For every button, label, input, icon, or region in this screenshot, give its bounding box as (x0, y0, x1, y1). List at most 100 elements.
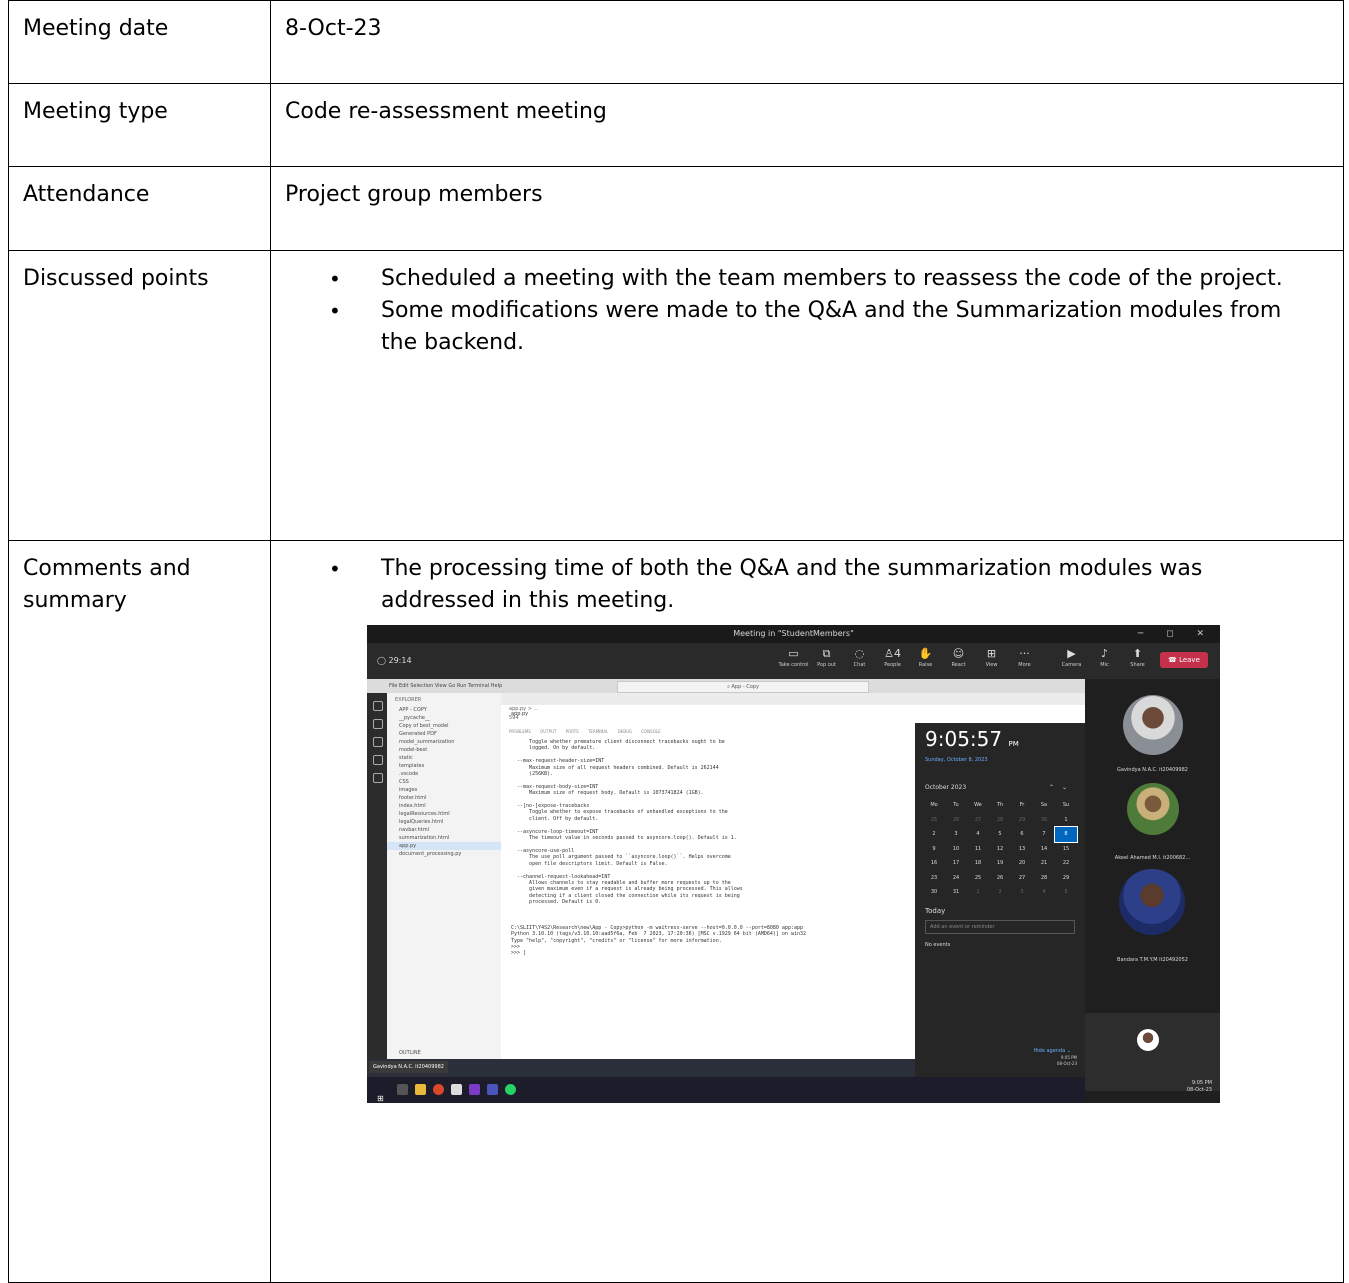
mic-icon: ♪ (1100, 647, 1109, 660)
window-controls: ─ ◻ ✕ (1137, 629, 1214, 639)
meeting-type-label: Meeting type (8, 83, 271, 167)
no-events: No events (925, 941, 951, 948)
calendar-sys-clock: 9:05 PM 08-Oct-23 (1056, 1055, 1077, 1066)
explorer-item: index.html (399, 803, 426, 809)
vscode-menubar: File Edit Selection View Go Run Terminal… (367, 679, 1085, 693)
row-meeting-date: Meeting date 8-Oct-23 (8, 0, 1344, 84)
react-button: ☺ React (942, 647, 975, 669)
vs-icon (469, 1084, 480, 1095)
participant-name: Gavindya N.A.C. it20409982 (1117, 767, 1188, 773)
files-icon (373, 701, 383, 711)
explorer-item: app.py (387, 842, 501, 850)
participant-avatar (1119, 869, 1185, 935)
discussed-point: Scheduled a meeting with the team member… (329, 263, 1343, 295)
start-icon: ⊞ (377, 1094, 384, 1103)
explorer-item: templates (399, 763, 425, 769)
hand-icon: ✋ (918, 647, 933, 660)
grid-icon: ⊞ (986, 647, 997, 660)
windows-taskbar: ⊞ (367, 1077, 1085, 1103)
row-discussed-points: Discussed points Scheduled a meeting wit… (8, 250, 1344, 541)
discussed-points-label: Discussed points (8, 250, 271, 541)
leave-button: ☎ Leave (1160, 652, 1208, 668)
view-button: ⊞ View (975, 647, 1008, 669)
mic-button: ♪ Mic (1088, 647, 1121, 669)
breadcrumb: app.py > ... (509, 706, 539, 712)
minutes-table: Meeting date 8-Oct-23 Meeting type Code … (8, 0, 1344, 1283)
chat-icon: ◌ (854, 647, 865, 660)
explorer-item: model-best (399, 747, 428, 753)
add-event-field: Add an event or reminder (925, 919, 1075, 934)
explorer-item: Copy of best_model (399, 723, 449, 729)
presenter-name-tag: Gavindya N.A.C. it20409982 (369, 1061, 448, 1073)
extensions-icon (373, 773, 383, 783)
explorer-item: __pycache__ (399, 715, 430, 721)
calendar-grid: Mo Tu We Th Fr Sa Su 25 26 27 28 29 30 1 2345678 9 10… (915, 798, 1085, 900)
people-icon: ♙4 (884, 647, 901, 660)
pop-out-button: ⧉ Pop out (810, 647, 843, 669)
editor-tabs: app.py (501, 693, 1085, 720)
window-title: Meeting in "StudentMembers" (733, 629, 854, 638)
smile-icon: ☺ (952, 647, 965, 660)
explorer-item: model_summarization (399, 739, 455, 745)
teams-icon (487, 1084, 498, 1095)
participant-name: Bandara T.M.Y.M it20492052 (1117, 957, 1188, 963)
people-button: ♙4 People (876, 647, 909, 669)
participant-avatar (1123, 695, 1183, 755)
outline-section: OUTLINE (399, 1050, 421, 1056)
more-icon: ··· (1019, 647, 1030, 660)
line-number: 594 (509, 715, 519, 721)
phone-icon: ☎ (1168, 656, 1177, 664)
folder-icon (415, 1084, 426, 1095)
raise-button: ✋ Raise (909, 647, 942, 669)
self-avatar (1137, 1029, 1159, 1051)
explorer-item: legalQueries.html (399, 819, 444, 825)
participant-avatar (1127, 783, 1179, 835)
meeting-date-label: Meeting date (8, 0, 271, 84)
row-attendance: Attendance Project group members (8, 166, 1344, 251)
search-icon (373, 719, 383, 729)
attendance-label: Attendance (8, 166, 271, 251)
search-icon (397, 1084, 408, 1095)
whatsapp-icon (505, 1084, 516, 1095)
meeting-date-value: 8-Oct-23 (270, 0, 1344, 84)
chevron-up-down-icon: ⌃⌄ (1048, 784, 1075, 791)
source-control-icon (373, 737, 383, 747)
meeting-type-value: Code re-assessment meeting (270, 83, 1344, 167)
discussed-points-value: Scheduled a meeting with the team member… (270, 250, 1344, 541)
attendance-value: Project group members (270, 166, 1344, 251)
explorer-header: EXPLORER (395, 697, 422, 703)
vscode-menu: File Edit Selection View Go Run Terminal… (389, 683, 503, 689)
run-icon (373, 755, 383, 765)
meeting-timer: ◯ 29:14 (377, 656, 412, 665)
chat-button: ◌ Chat (843, 647, 876, 669)
pop-out-icon: ⧉ (822, 647, 831, 660)
camera-button: ▶ Camera (1055, 647, 1088, 669)
take-control-button: ▭ Take control (778, 647, 809, 668)
calendar-flyout: 9:05:57 PM Sunday, October 8, 2023 Octob… (915, 723, 1085, 1103)
more-button: ··· More (1008, 647, 1041, 669)
clock-date: Sunday, October 8, 2023 (925, 757, 988, 763)
chrome-icon (433, 1084, 444, 1095)
discussed-point: Some modifications were made to the Q&A … (329, 295, 1343, 359)
explorer-item: navbar.html (399, 827, 430, 833)
comments-summary-value: The processing time of both the Q&A and … (270, 540, 1344, 1283)
row-meeting-type: Meeting type Code re-assessment meeting (8, 83, 1344, 167)
participants-panel: Gavindya N.A.C. it20409982 Akeel Ahamed … (1085, 679, 1220, 1103)
explorer-item: images (399, 787, 418, 793)
search-icon: ⌕ (727, 684, 730, 690)
calendar-month: October 2023 ⌃⌄ (925, 784, 1075, 791)
explorer-item: CSS (399, 779, 409, 785)
explorer-item: Generated PDF (399, 731, 437, 737)
explorer-item: .vscode (399, 771, 419, 777)
vscode-explorer: EXPLORER APP - COPY __pycache__ Copy of … (387, 693, 501, 1077)
toolbar-buttons: ▭ Take control ⧉ Pop out ◌ Chat ♙4 People ✋ R… (777, 647, 1154, 669)
participant-name: Akeel Ahamed M.I. it200682... (1114, 855, 1191, 861)
comment-point: The processing time of both the Q&A and … (329, 553, 1343, 617)
teams-screenshot: Meeting in "StudentMembers" ─ ◻ ✕ ◯ 29:1… (367, 625, 1220, 1103)
vscode-search: ⌕ App - Copy (617, 681, 869, 693)
explorer-item: document_processing.py (399, 851, 462, 857)
share-icon: ⬆ (1132, 647, 1143, 660)
share-button: ⬆ Share (1121, 647, 1154, 669)
comments-summary-label: Comments and summary (8, 540, 271, 1283)
vscode-activity-bar (367, 693, 387, 1077)
